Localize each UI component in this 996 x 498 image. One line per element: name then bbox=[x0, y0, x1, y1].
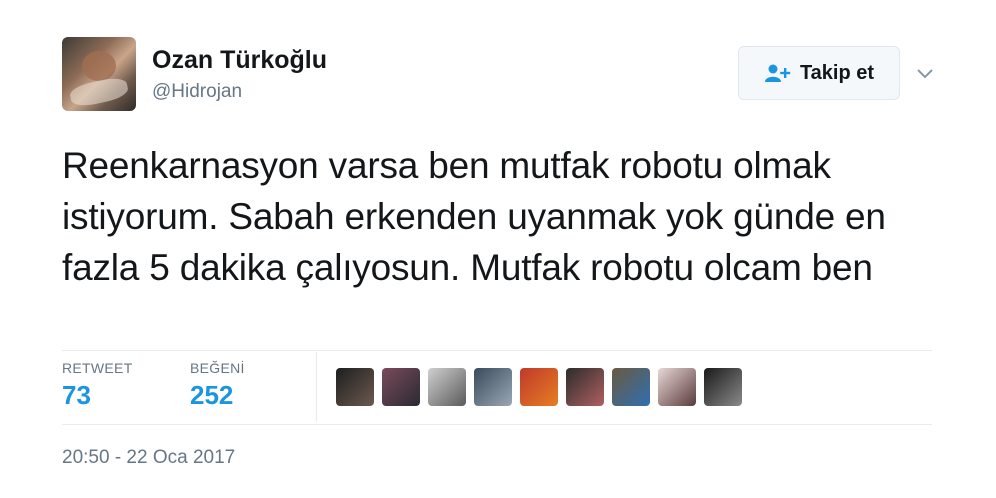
stats-top-divider bbox=[62, 350, 932, 351]
retweet-count: 73 bbox=[62, 380, 91, 410]
follow-button-label: Takip et bbox=[799, 61, 875, 84]
like-label: BEĞENİ bbox=[190, 360, 245, 376]
author-display-name[interactable]: Ozan Türkoğlu bbox=[152, 46, 327, 75]
liker-avatar[interactable] bbox=[520, 368, 558, 406]
liker-avatar[interactable] bbox=[658, 368, 696, 406]
liker-avatar[interactable] bbox=[336, 368, 374, 406]
avatar-highlight-shape bbox=[68, 75, 130, 109]
liker-avatar[interactable] bbox=[612, 368, 650, 406]
retweet-label: RETWEET bbox=[62, 360, 133, 376]
liker-avatars bbox=[336, 368, 742, 406]
liker-avatar[interactable] bbox=[382, 368, 420, 406]
liker-avatar[interactable] bbox=[474, 368, 512, 406]
liker-avatar[interactable] bbox=[704, 368, 742, 406]
add-user-icon bbox=[764, 64, 791, 82]
avatar-face-shape bbox=[82, 51, 116, 81]
stats-bottom-divider bbox=[62, 424, 932, 425]
author-avatar[interactable] bbox=[62, 37, 136, 111]
chevron-down-icon[interactable] bbox=[914, 62, 936, 84]
stats-separator bbox=[316, 352, 317, 422]
tweet-timestamp[interactable]: 20:50 - 22 Oca 2017 bbox=[62, 447, 235, 469]
liker-avatar[interactable] bbox=[428, 368, 466, 406]
like-stat[interactable]: BEĞENİ 252 bbox=[190, 360, 245, 411]
author-handle[interactable]: @Hidrojan bbox=[152, 81, 242, 103]
retweet-stat[interactable]: RETWEET 73 bbox=[62, 360, 133, 411]
like-count: 252 bbox=[190, 380, 234, 410]
tweet-text: Reenkarnasyon varsa ben mutfak robotu ol… bbox=[62, 145, 886, 288]
follow-button[interactable]: Takip et bbox=[738, 46, 900, 100]
liker-avatar[interactable] bbox=[566, 368, 604, 406]
